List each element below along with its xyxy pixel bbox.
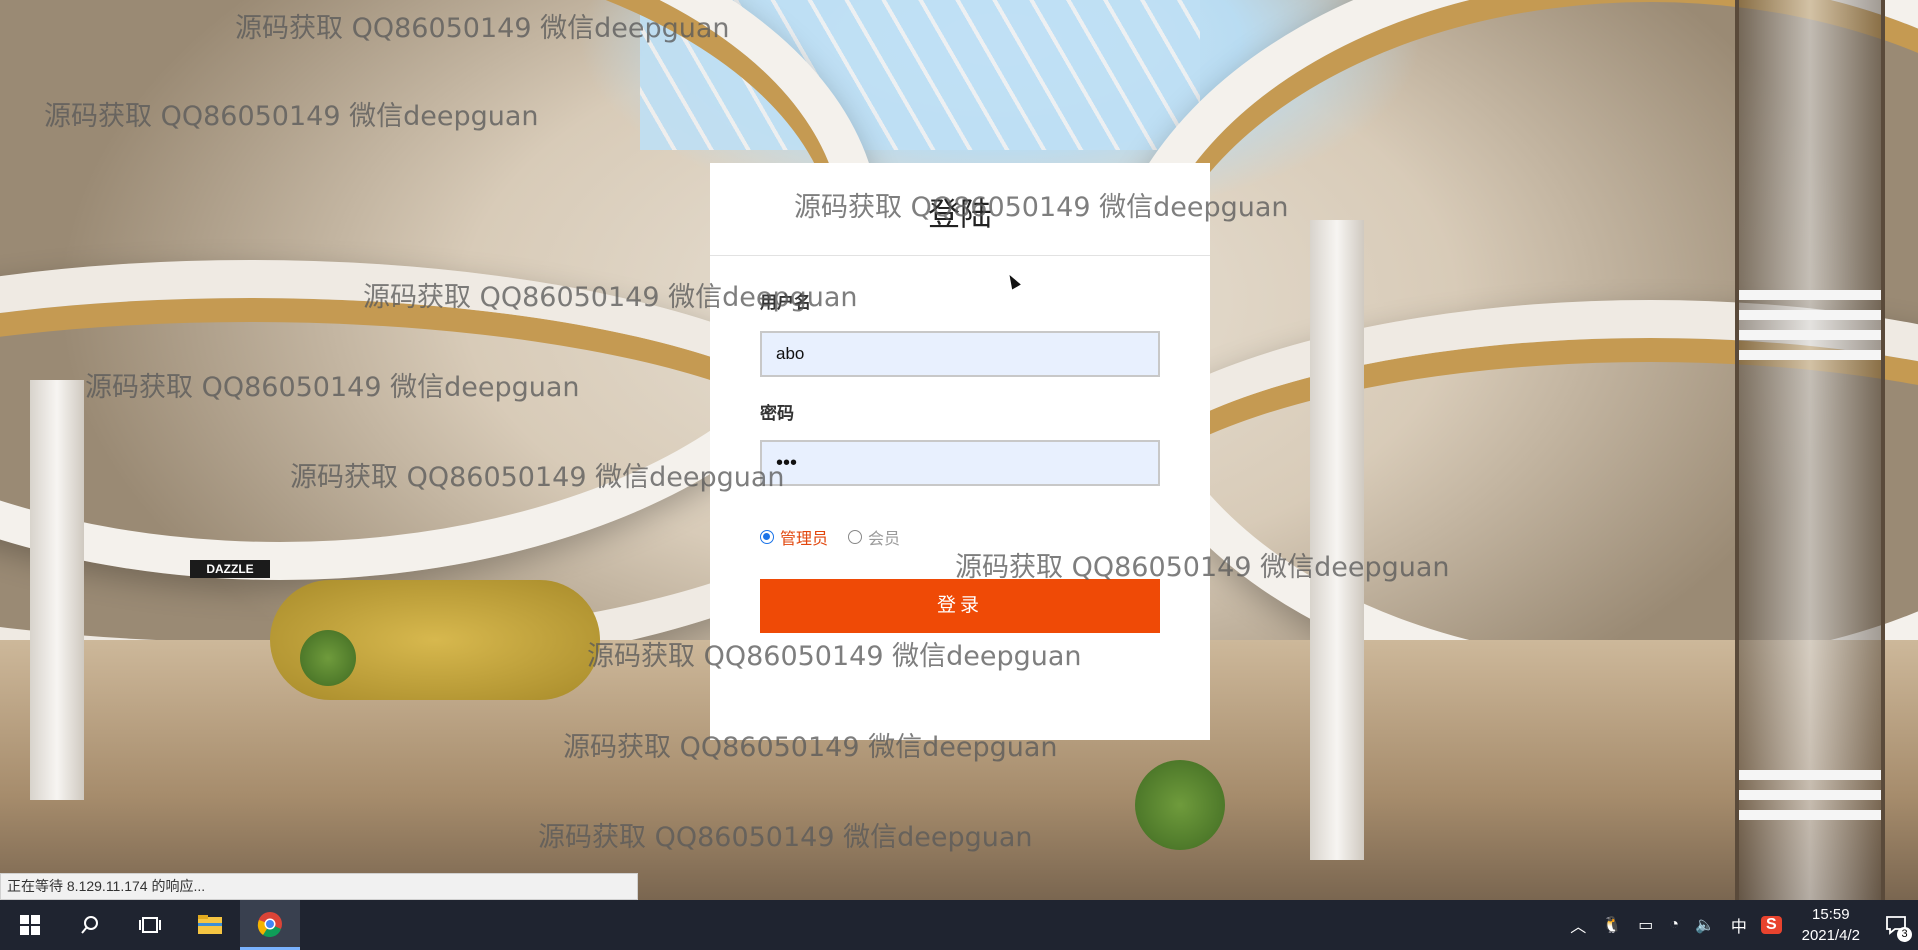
store-sign: DAZZLE: [190, 560, 270, 578]
radio-admin[interactable]: [760, 530, 774, 544]
clock-time: 15:59: [1812, 906, 1850, 923]
chevron-up-icon[interactable]: ︿: [1562, 913, 1594, 937]
clock[interactable]: 15:59 2021/4/2: [1788, 904, 1874, 946]
glass-elevator: [1735, 0, 1885, 900]
radio-member[interactable]: [848, 530, 863, 544]
ime-indicator[interactable]: 中: [1723, 913, 1755, 937]
username-input[interactable]: abo: [760, 331, 1160, 377]
volume-icon[interactable]: 🔈: [1687, 915, 1723, 935]
login-button[interactable]: 登录: [760, 579, 1160, 633]
wifi-icon[interactable]: ◔: [1661, 916, 1687, 934]
taskbar: ︿ 🐧 ▭ ◔ 🔈 中 S 15:59 2021/4/2 3: [0, 900, 1918, 950]
tree: [1135, 760, 1225, 850]
role-member-label[interactable]: 会员: [868, 525, 900, 549]
password-input[interactable]: •••: [760, 440, 1160, 486]
role-admin-label[interactable]: 管理员: [780, 525, 828, 549]
system-tray: ︿ 🐧 ▭ ◔ 🔈 中 S 15:59 2021/4/2 3: [1562, 900, 1918, 950]
sogou-icon[interactable]: S: [1760, 916, 1782, 934]
clock-date: 2021/4/2: [1801, 927, 1860, 944]
qq-icon[interactable]: 🐧: [1594, 915, 1630, 935]
role-selector: 管理员 会员: [760, 525, 900, 549]
chrome-icon[interactable]: [240, 900, 300, 950]
windows-start-icon[interactable]: [0, 900, 60, 950]
tree: [300, 630, 356, 686]
pillar: [1310, 220, 1364, 860]
password-label: 密码: [760, 404, 794, 423]
notification-center-icon[interactable]: 3: [1874, 900, 1918, 950]
username-label: 用户名: [760, 293, 811, 312]
search-icon[interactable]: [60, 900, 120, 950]
task-view-icon[interactable]: [120, 900, 180, 950]
login-panel: 登陆 用户名 abo 密码 ••• 管理员 会员 登录: [710, 163, 1210, 740]
notification-count: 3: [1897, 927, 1912, 942]
login-title: 登陆: [710, 163, 1210, 256]
browser-status: 正在等待 8.129.11.174 的响应...: [0, 873, 638, 900]
file-explorer-icon[interactable]: [180, 900, 240, 950]
battery-icon[interactable]: ▭: [1630, 915, 1661, 935]
pillar: [30, 380, 84, 800]
